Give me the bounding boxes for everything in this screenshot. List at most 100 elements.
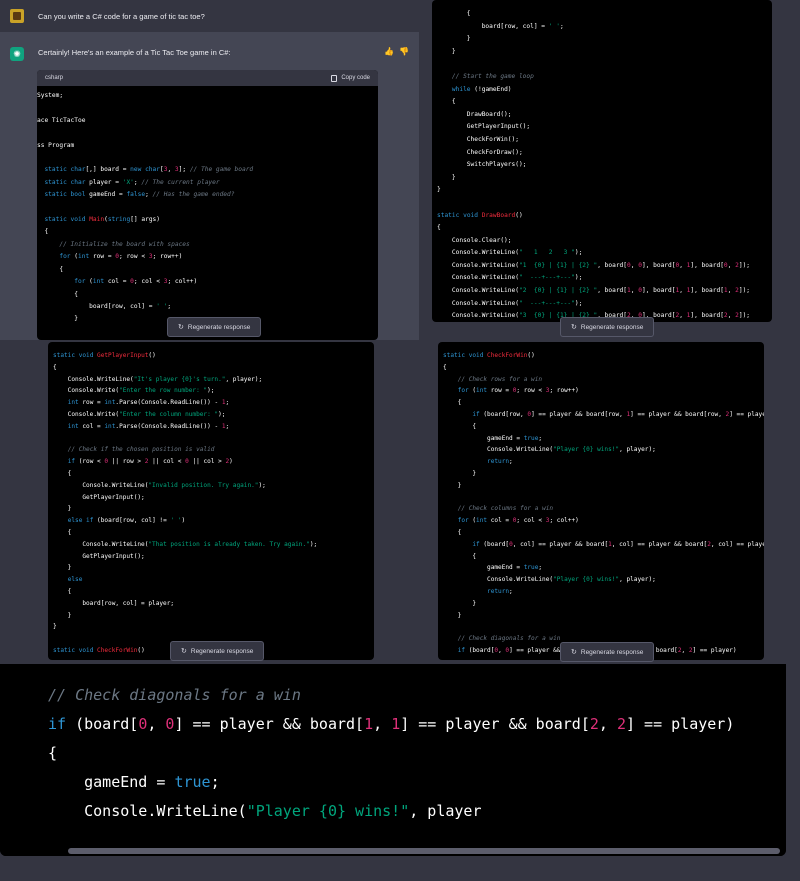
code-line: System;: [37, 92, 64, 99]
code-line: int row = int.Parse(Console.ReadLine()) …: [67, 399, 230, 407]
code-line: CheckForWin();: [437, 135, 519, 143]
code-line: {: [53, 469, 72, 477]
code-line: return;: [487, 458, 513, 466]
code-line: {: [37, 265, 64, 273]
code-line: }: [443, 611, 462, 619]
code-line: if (board[0, col] == player && board[1, …: [472, 540, 764, 548]
code-line: {: [437, 98, 456, 106]
regenerate-response-button[interactable]: ↻ Regenerate response: [167, 317, 262, 337]
code-line: static void GetPlayerInput(): [53, 352, 156, 359]
code-content: System; ace TicTacToe ss Program static …: [37, 86, 378, 326]
refresh-icon: ↻: [178, 324, 184, 331]
regenerate-label: Regenerate response: [580, 323, 644, 331]
code-line: Console.Write("Enter the column number: …: [53, 410, 226, 418]
refresh-icon: ↻: [181, 648, 187, 655]
code-line: {: [443, 363, 447, 371]
code-line: CheckForDraw();: [437, 148, 523, 156]
code-line: {: [437, 224, 441, 232]
code-line: {: [48, 744, 58, 762]
code-line: GetPlayerInput();: [437, 123, 531, 131]
code-line: static bool gameEnd = false; // Has the …: [44, 191, 235, 199]
regenerate-label: Regenerate response: [580, 648, 644, 656]
zoomed-code-panel: // Check diagonals for a win if (board[0,…: [0, 664, 786, 856]
regenerate-response-button[interactable]: ↻ Regenerate response: [560, 642, 655, 662]
code-line: if (board[row, 0] == player && board[row…: [472, 410, 764, 418]
code-line: static char player = 'X'; // The current…: [44, 178, 220, 186]
regenerate-label: Regenerate response: [187, 323, 251, 331]
code-line: }: [443, 599, 477, 607]
code-line: }: [53, 611, 72, 619]
regenerate-response-button[interactable]: ↻ Regenerate response: [170, 641, 265, 661]
code-language: csharp: [45, 75, 64, 81]
code-line: {: [53, 363, 57, 371]
code-line: ace TicTacToe: [37, 116, 86, 124]
copy-code-button[interactable]: Copy code: [331, 74, 370, 82]
code-content: static void CheckForWin() { // Check rows…: [438, 342, 764, 657]
thumbs-down-icon[interactable]: 👎: [399, 47, 409, 56]
code-line: // Check if the chosen position is valid: [67, 446, 215, 454]
code-line: }: [53, 564, 72, 572]
code-block: csharp Copy code System; ace TicTacToe s…: [37, 70, 378, 340]
horizontal-scrollbar[interactable]: [0, 846, 786, 856]
code-line: for (int row = 0; row < 3; row++): [59, 253, 183, 261]
code-content: { board[row, col] = ' '; } } // Start th…: [432, 0, 772, 322]
code-line: board[row, col] = player;: [53, 599, 175, 607]
code-line: static void DrawBoard(): [437, 211, 523, 219]
code-line: Console.WriteLine("Player {0} wins!", pl…: [443, 446, 656, 454]
code-content: static void GetPlayerInput() { Console.Wr…: [48, 342, 374, 657]
code-line: {: [53, 587, 72, 595]
code-line: {: [37, 290, 78, 298]
code-line: // Check rows for a win: [457, 375, 543, 383]
code-line: else: [67, 576, 83, 584]
code-line: if (board[0, 0] == player && board[1, 1]…: [48, 715, 735, 733]
user-message: Can you write a C# code for a game of ti…: [38, 11, 205, 21]
thumbs-up-icon[interactable]: 👍: [384, 47, 394, 56]
code-line: GetPlayerInput();: [53, 493, 145, 501]
scrollbar-thumb[interactable]: [68, 848, 780, 854]
code-line: for (int col = 0; col < 3; col++): [457, 517, 579, 525]
code-line: }: [53, 623, 57, 631]
code-line: }: [53, 505, 72, 513]
code-line: // Start the game loop: [451, 72, 534, 80]
assistant-intro: Certainly! Here's an example of a Tic Ta…: [38, 48, 231, 57]
code-line: GetPlayerInput();: [53, 552, 145, 560]
regenerate-response-button[interactable]: ↻ Regenerate response: [560, 317, 655, 337]
refresh-icon: ↻: [571, 649, 577, 656]
code-line: gameEnd = true;: [443, 434, 543, 442]
code-line: {: [443, 422, 477, 430]
code-line: {: [443, 399, 462, 407]
code-block: { board[row, col] = ' '; } } // Start th…: [432, 0, 772, 322]
code-line: }: [437, 47, 456, 55]
code-line: gameEnd = true;: [443, 564, 543, 572]
code-line: gameEnd = true;: [48, 773, 220, 791]
code-line: // Check columns for a win: [457, 505, 554, 513]
code-line: Console.WriteLine("Player {0} wins!", pl…: [443, 576, 656, 584]
code-line: Console.WriteLine("Invalid position. Try…: [53, 481, 266, 489]
code-line: {: [443, 552, 477, 560]
copy-code-label: Copy code: [341, 75, 370, 81]
code-line: static void Main(string[] args): [44, 216, 160, 224]
code-line: board[row, col] = ' ';: [37, 302, 172, 310]
code-line: Console.WriteLine("That position is alre…: [53, 540, 318, 548]
code-line: ss Program: [37, 141, 75, 149]
code-line: Console.WriteLine(" ---+---+---");: [437, 299, 583, 307]
code-line: return;: [487, 587, 513, 595]
code-content: // Check diagonals for a win if (board[0,…: [0, 664, 786, 826]
code-line: Console.Write("Enter the row number: ");: [53, 387, 215, 395]
code-line: Console.WriteLine("2 {0} | {1} | {2} ", …: [437, 287, 751, 295]
code-block-header: csharp Copy code: [37, 70, 378, 86]
code-line: }: [443, 481, 462, 489]
code-line: // Initialize the board with spaces: [59, 240, 190, 248]
assistant-message-row: ✺ Certainly! Here's an example of a Tic …: [0, 32, 419, 340]
refresh-icon: ↻: [571, 324, 577, 331]
clipboard-icon: [331, 74, 338, 82]
code-line: Console.WriteLine(" 1 2 3 ");: [437, 249, 583, 257]
code-line: }: [437, 186, 441, 194]
